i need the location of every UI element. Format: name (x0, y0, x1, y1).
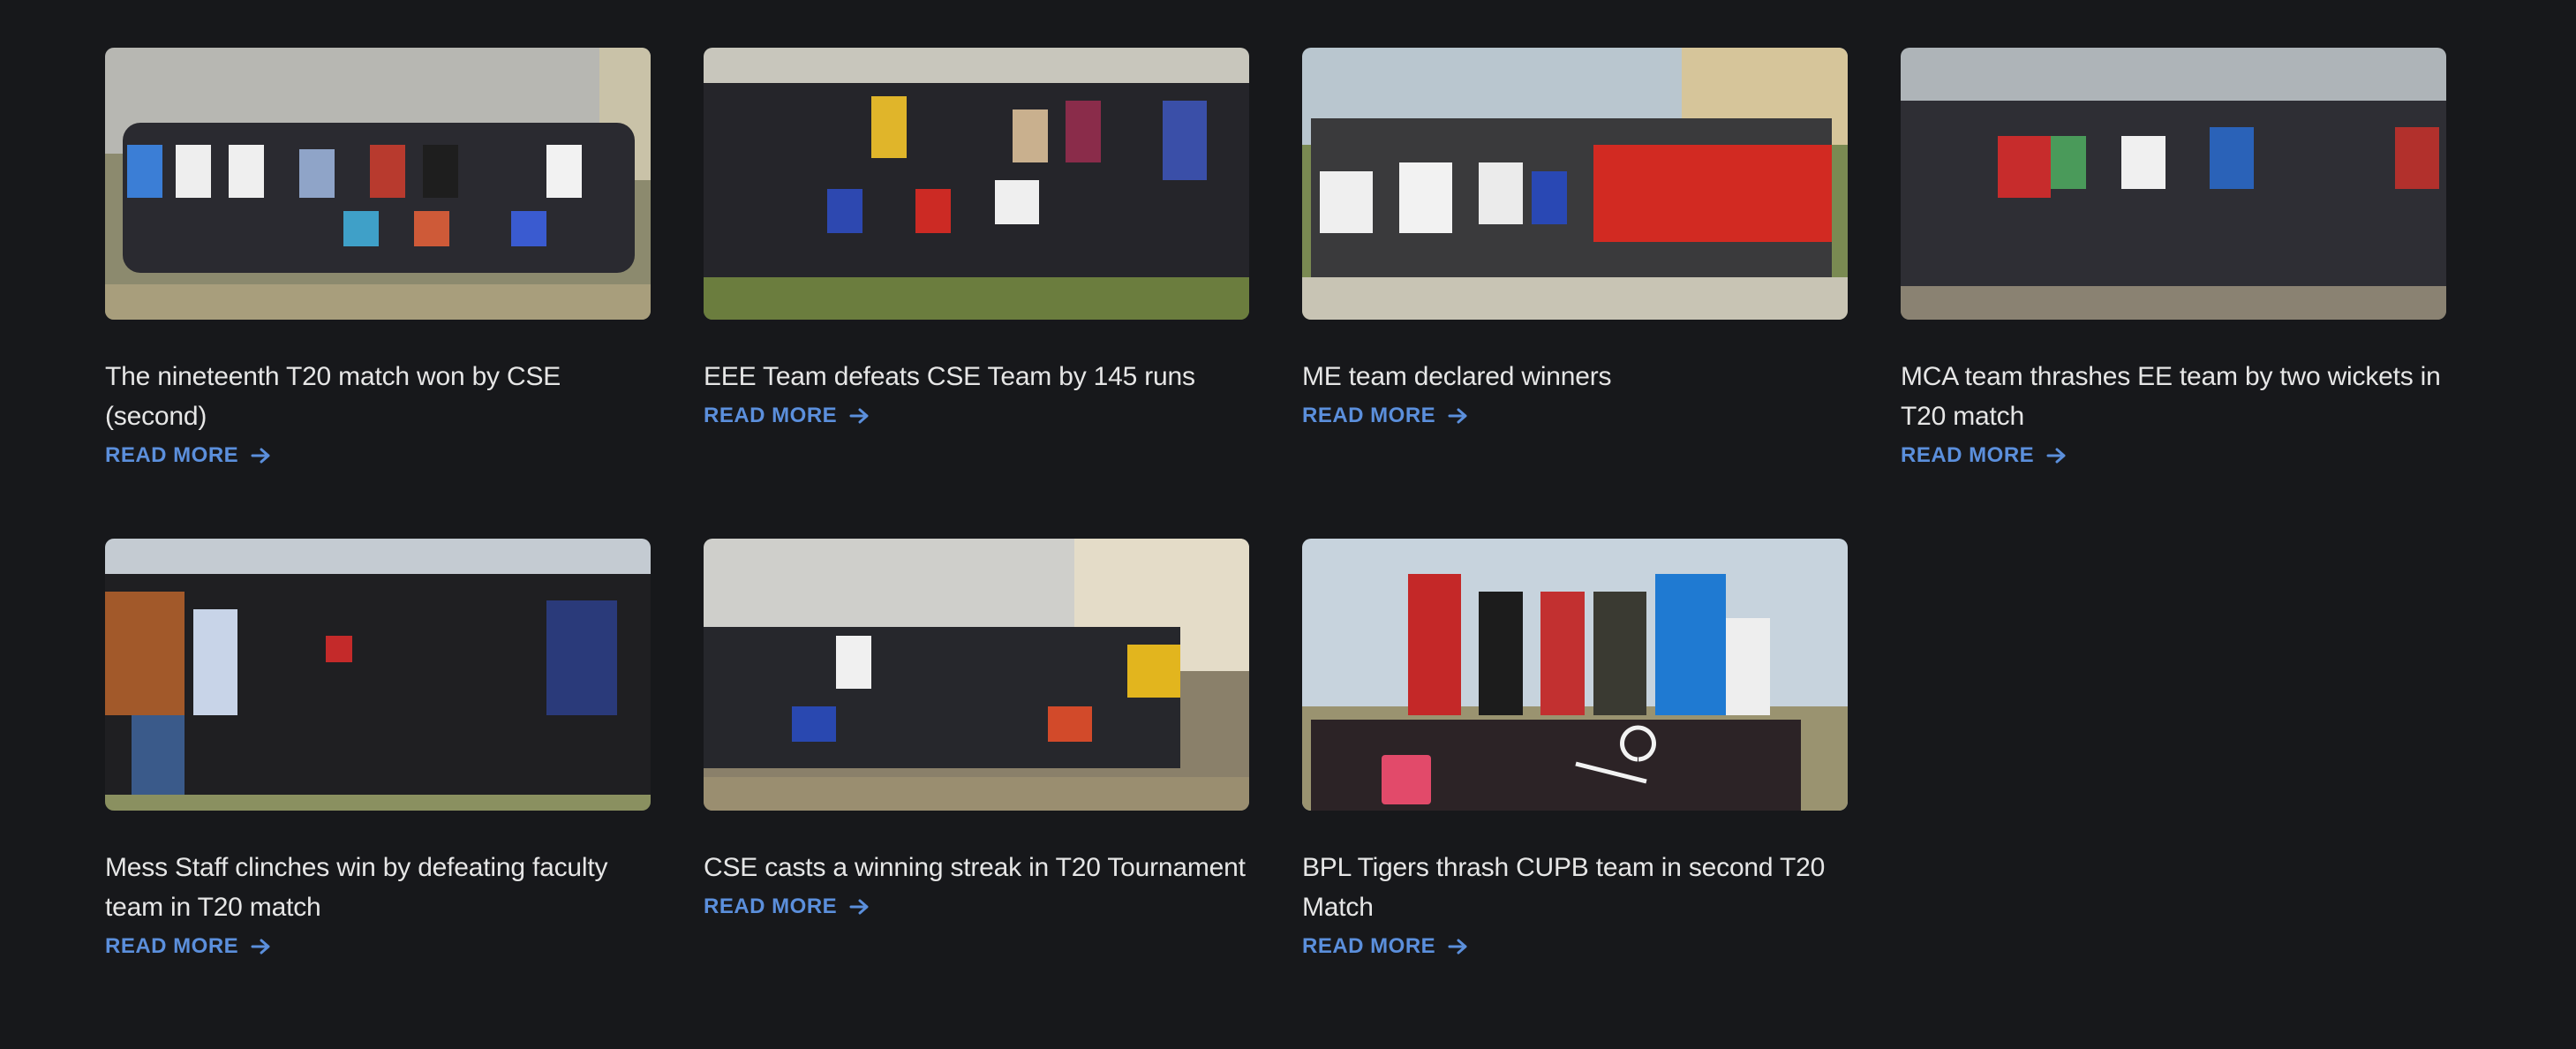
news-title[interactable]: BPL Tigers thrash CUPB team in second T2… (1302, 848, 1848, 927)
news-photo[interactable] (704, 48, 1249, 320)
news-title[interactable]: EEE Team defeats CSE Team by 145 runs (704, 357, 1249, 396)
news-title[interactable]: MCA team thrashes EE team by two wickets… (1901, 357, 2446, 436)
news-photo[interactable] (105, 539, 651, 811)
arrow-right-icon (251, 447, 272, 464)
read-more-label: READ MORE (105, 934, 239, 958)
news-photo[interactable] (1302, 48, 1848, 320)
news-grid: The nineteenth T20 match won by CSE (sec… (105, 48, 2446, 959)
news-title[interactable]: CSE casts a winning streak in T20 Tourna… (704, 848, 1249, 887)
news-title[interactable]: ME team declared winners (1302, 357, 1848, 396)
news-card: BPL Tigers thrash CUPB team in second T2… (1302, 539, 1848, 959)
read-more-label: READ MORE (1901, 443, 2035, 467)
news-card: Mess Staff clinches win by defeating fac… (105, 539, 651, 959)
arrow-right-icon (1448, 407, 1469, 425)
news-title[interactable]: The nineteenth T20 match won by CSE (sec… (105, 357, 651, 436)
read-more-label: READ MORE (704, 894, 838, 918)
read-more-link[interactable]: READ MORE (704, 404, 870, 428)
news-title[interactable]: Mess Staff clinches win by defeating fac… (105, 848, 651, 927)
read-more-label: READ MORE (1302, 934, 1436, 958)
news-photo[interactable] (704, 539, 1249, 811)
news-card: CSE casts a winning streak in T20 Tourna… (704, 539, 1249, 959)
read-more-link[interactable]: READ MORE (105, 443, 272, 468)
news-card: ME team declared winners READ MORE (1302, 48, 1848, 468)
arrow-right-icon (1448, 938, 1469, 955)
read-more-link[interactable]: READ MORE (1302, 404, 1469, 428)
arrow-right-icon (251, 938, 272, 955)
read-more-label: READ MORE (704, 404, 838, 427)
read-more-link[interactable]: READ MORE (704, 894, 870, 919)
news-photo[interactable] (1901, 48, 2446, 320)
arrow-right-icon (849, 407, 870, 425)
news-card: MCA team thrashes EE team by two wickets… (1901, 48, 2446, 468)
news-card: EEE Team defeats CSE Team by 145 runs RE… (704, 48, 1249, 468)
news-photo[interactable] (105, 48, 651, 320)
read-more-label: READ MORE (1302, 404, 1436, 427)
news-card: The nineteenth T20 match won by CSE (sec… (105, 48, 651, 468)
read-more-label: READ MORE (105, 443, 239, 467)
arrow-right-icon (849, 898, 870, 916)
news-photo[interactable] (1302, 539, 1848, 811)
read-more-link[interactable]: READ MORE (1302, 934, 1469, 959)
read-more-link[interactable]: READ MORE (105, 934, 272, 959)
arrow-right-icon (2046, 447, 2068, 464)
read-more-link[interactable]: READ MORE (1901, 443, 2068, 468)
